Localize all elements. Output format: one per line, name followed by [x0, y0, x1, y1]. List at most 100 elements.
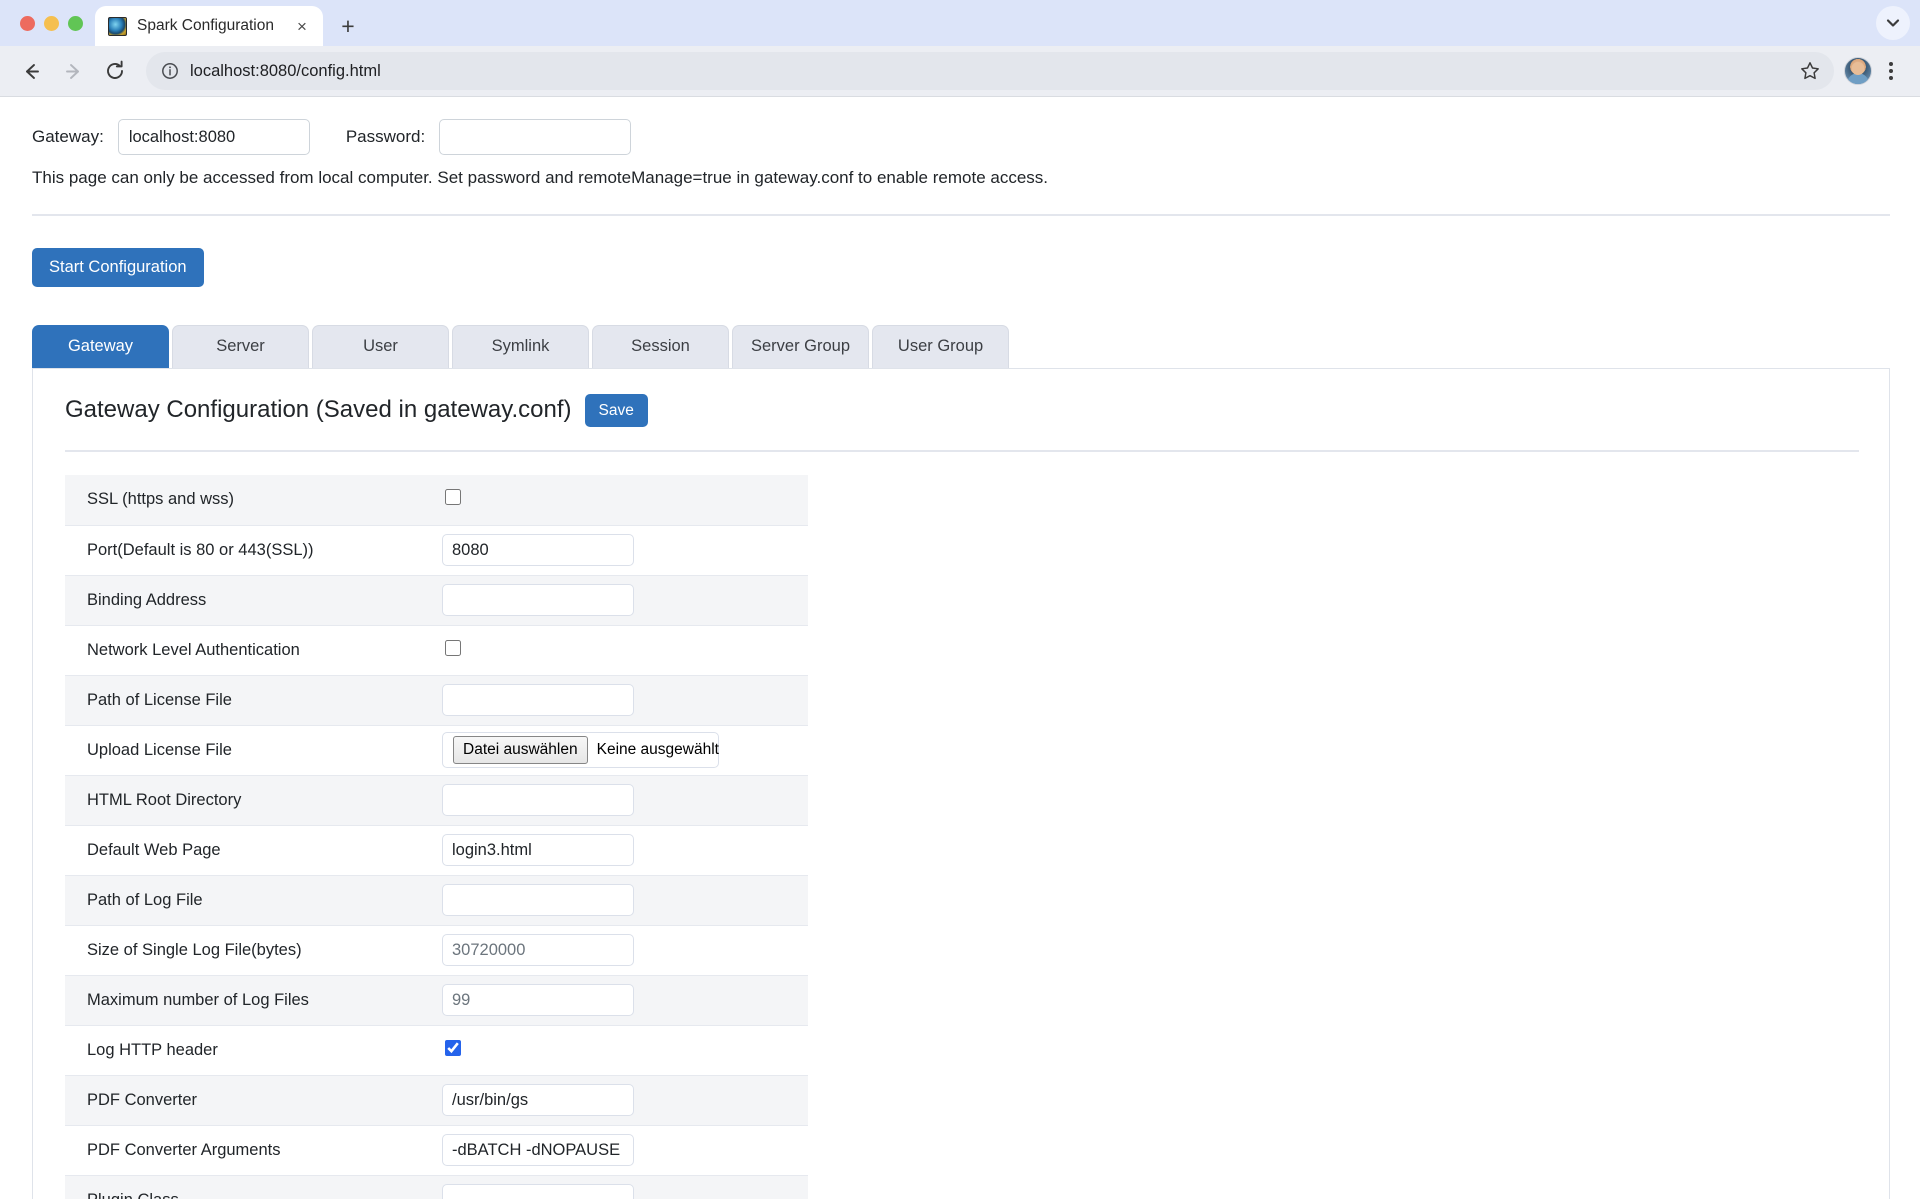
checkbox-log-http-header[interactable] — [445, 1039, 461, 1056]
section-divider-top — [32, 214, 1890, 216]
tab-strip: Spark Configuration × + — [0, 0, 1920, 46]
url-text: localhost:8080/config.html — [190, 61, 381, 80]
table-row: HTML Root Directory — [65, 774, 808, 825]
setting-label: Upload License File — [65, 724, 440, 775]
window-controls — [10, 0, 95, 46]
setting-value-cell — [440, 524, 808, 575]
input-html-root-directory[interactable] — [442, 784, 634, 816]
window-close-button[interactable] — [20, 15, 35, 31]
file-input-upload-license-file[interactable]: Datei auswählen Keine ausgewählt — [442, 732, 719, 768]
address-bar[interactable]: localhost:8080/config.html — [146, 52, 1834, 90]
input-default-web-page[interactable] — [442, 834, 634, 866]
table-row: Path of License File — [65, 674, 808, 725]
arrow-right-icon — [65, 63, 79, 79]
window-maximize-button[interactable] — [68, 15, 83, 31]
setting-value-cell — [440, 774, 808, 825]
panel-header: Gateway Configuration (Saved in gateway.… — [33, 369, 1889, 427]
tab-user[interactable]: User — [312, 324, 449, 368]
setting-value-cell — [440, 574, 808, 625]
setting-value-cell: Datei auswählen Keine ausgewählt — [440, 724, 808, 775]
setting-label: PDF Converter — [65, 1074, 440, 1125]
back-button[interactable] — [12, 52, 50, 90]
page-title: Gateway Configuration (Saved in gateway.… — [65, 396, 572, 424]
gateway-config-panel: Gateway Configuration (Saved in gateway.… — [32, 367, 1890, 1199]
setting-label: Network Level Authentication — [65, 624, 440, 675]
setting-value-cell — [440, 674, 808, 725]
tab-server-group[interactable]: Server Group — [732, 324, 870, 368]
table-row: Plugin Class — [65, 1174, 808, 1199]
browser-tab[interactable]: Spark Configuration × — [95, 6, 323, 46]
setting-value-cell — [440, 1074, 808, 1125]
setting-value-cell — [440, 1124, 808, 1175]
spark-globe-favicon — [108, 16, 127, 36]
setting-label: HTML Root Directory — [65, 774, 440, 825]
start-configuration-button[interactable]: Start Configuration — [32, 248, 204, 287]
setting-label: Port(Default is 80 or 443(SSL)) — [65, 524, 440, 575]
gateway-settings-table: SSL (https and wss) Port(Default is 80 or… — [65, 475, 808, 1199]
setting-value-cell — [440, 874, 808, 925]
table-row: Size of Single Log File(bytes) — [65, 924, 808, 975]
site-info-icon[interactable] — [160, 61, 180, 81]
checkbox-network-level-authentication[interactable] — [445, 639, 461, 656]
gateway-input[interactable] — [117, 119, 310, 155]
input-plugin-class[interactable] — [442, 1184, 634, 1199]
setting-label: Maximum number of Log Files — [65, 974, 440, 1025]
tab-symlink[interactable]: Symlink — [452, 324, 589, 368]
table-row: Network Level Authentication — [65, 624, 808, 675]
arrow-left-icon — [25, 63, 39, 79]
new-tab-button[interactable]: + — [331, 9, 365, 43]
profile-avatar[interactable] — [1844, 57, 1872, 85]
close-icon[interactable]: × — [291, 15, 313, 37]
access-notice: This page can only be accessed from loca… — [32, 168, 1048, 187]
forward-button[interactable] — [54, 52, 92, 90]
table-row: Binding Address — [65, 574, 808, 625]
three-dot-menu-icon[interactable] — [1876, 52, 1906, 90]
setting-value-cell — [440, 1174, 808, 1199]
tab-gateway[interactable]: Gateway — [32, 324, 169, 368]
table-row: PDF Converter — [65, 1074, 808, 1125]
panel-divider — [65, 450, 1859, 452]
file-status-label: Keine ausgewählt — [596, 741, 719, 758]
password-input[interactable] — [439, 119, 632, 155]
table-row: Port(Default is 80 or 443(SSL)) — [65, 524, 808, 575]
input-maximum-number-of-log-files[interactable] — [442, 984, 634, 1016]
tab-session[interactable]: Session — [592, 324, 729, 368]
window-minimize-button[interactable] — [44, 15, 59, 31]
reload-button[interactable] — [96, 52, 134, 90]
choose-file-button[interactable]: Datei auswählen — [453, 736, 588, 764]
table-row: Maximum number of Log Files — [65, 974, 808, 1025]
setting-label: Path of License File — [65, 674, 440, 725]
tab-server[interactable]: Server — [172, 324, 309, 368]
input-pdf-converter-arguments[interactable] — [442, 1134, 634, 1166]
checkbox-ssl-https-and-wss[interactable] — [445, 489, 461, 506]
table-row: Log HTTP header — [65, 1024, 808, 1075]
setting-label: Plugin Class — [65, 1174, 440, 1199]
bookmark-star-icon[interactable] — [1796, 57, 1824, 85]
tab-search-button[interactable] — [1876, 6, 1910, 40]
setting-label: Default Web Page — [65, 824, 440, 875]
setting-label: PDF Converter Arguments — [65, 1124, 440, 1175]
reload-icon — [107, 60, 123, 79]
setting-label: Size of Single Log File(bytes) — [65, 924, 440, 975]
password-label: Password: — [345, 127, 426, 146]
browser-toolbar: localhost:8080/config.html — [0, 46, 1920, 96]
input-pdf-converter[interactable] — [442, 1084, 634, 1116]
gateway-connect-form: Gateway: Password: — [0, 97, 1920, 155]
input-path-of-log-file[interactable] — [442, 884, 634, 916]
table-row: Default Web Page — [65, 824, 808, 875]
setting-label: Log HTTP header — [65, 1024, 440, 1075]
input-binding-address[interactable] — [442, 584, 634, 616]
setting-label: SSL (https and wss) — [87, 490, 235, 509]
config-tab-bar: Gateway Server User Symlink Session Serv… — [32, 324, 1920, 368]
input-path-of-license-file[interactable] — [442, 684, 634, 716]
save-button[interactable]: Save — [584, 393, 648, 427]
table-row: PDF Converter Arguments — [65, 1124, 808, 1175]
gateway-label: Gateway: — [32, 127, 104, 146]
input-size-of-single-log-file-bytes[interactable] — [442, 934, 634, 966]
page-content: Gateway: Password: This page can only be… — [0, 97, 1920, 1199]
setting-value-cell — [440, 475, 808, 525]
table-row: Path of Log File — [65, 874, 808, 925]
input-port-default-is-80-or-443-ssl[interactable] — [442, 534, 634, 566]
tab-title: Spark Configuration — [137, 17, 274, 34]
tab-user-group[interactable]: User Group — [872, 324, 1010, 368]
